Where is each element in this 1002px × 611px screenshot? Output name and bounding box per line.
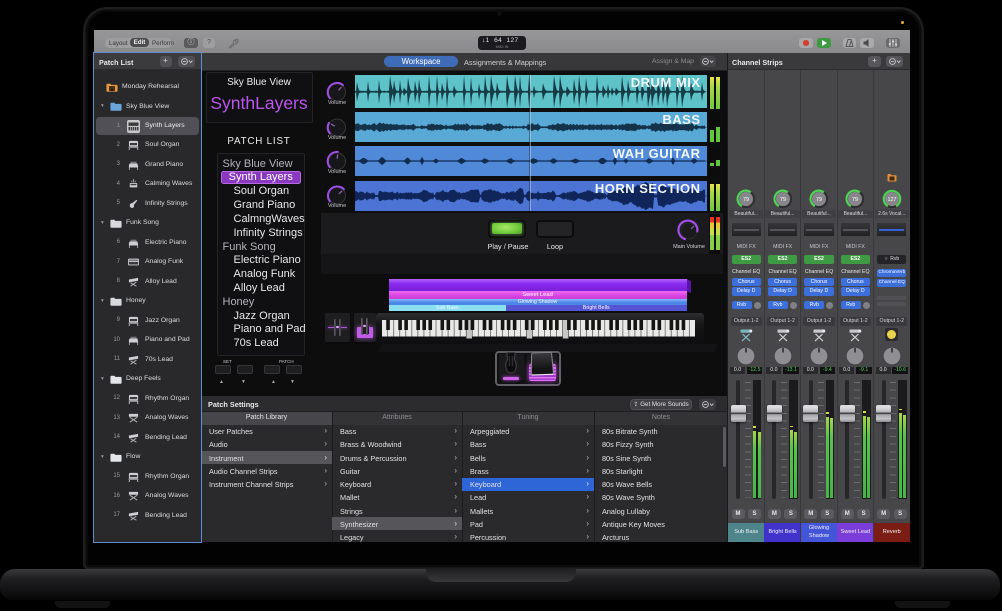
- svg-text:79: 79: [780, 197, 786, 203]
- svg-text:79: 79: [743, 197, 749, 203]
- svg-text:127: 127: [887, 197, 896, 203]
- svg-text:79: 79: [816, 197, 822, 203]
- svg-text:79: 79: [852, 197, 858, 203]
